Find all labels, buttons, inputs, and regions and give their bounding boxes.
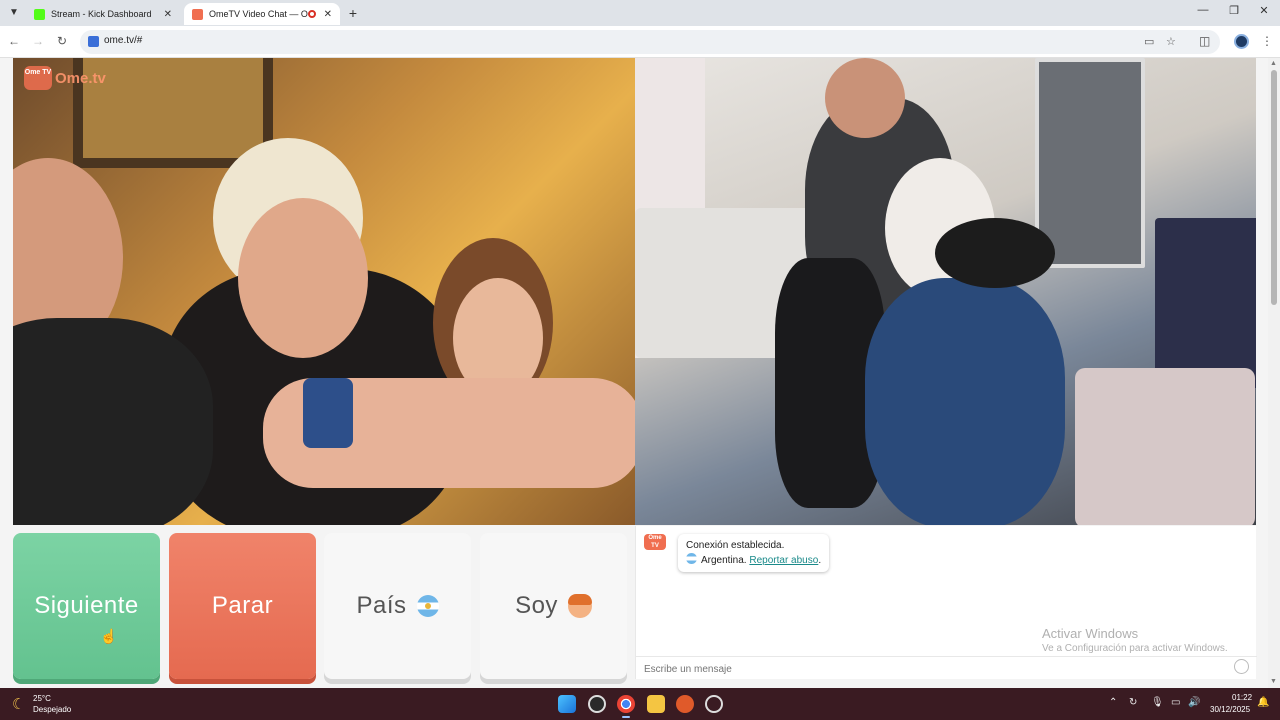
stop-button[interactable]: Parar [169, 533, 316, 679]
star-icon[interactable]: ☆ [1166, 35, 1176, 48]
emoji-icon[interactable] [1234, 659, 1249, 674]
new-tab-button[interactable]: + [344, 5, 362, 23]
message-input[interactable] [644, 661, 1224, 677]
system-message: Conexión establecida. Argentina. Reporta… [678, 534, 830, 572]
forward-arrow-icon[interactable]: → [30, 34, 46, 48]
watermark-subtitle: Ve a Configuración para activar Windows. [1042, 643, 1228, 654]
country-filter-button[interactable]: País [324, 533, 471, 679]
recording-indicator-icon [307, 10, 316, 18]
close-tab-icon[interactable]: ✕ [324, 9, 332, 20]
ometv-logo: Ome TV Ome.tv [24, 66, 106, 90]
kick-favicon-icon [34, 8, 45, 20]
scroll-up-icon[interactable]: ▲ [1270, 60, 1277, 67]
next-button[interactable]: Siguiente [13, 533, 160, 679]
network-icon[interactable]: ▭ [1171, 697, 1180, 708]
weather-desc[interactable]: Despejado [33, 705, 71, 714]
scroll-thumb[interactable] [1271, 70, 1277, 305]
logo-text: Ome.tv [55, 69, 106, 87]
start-menu-icon[interactable] [558, 695, 576, 713]
weather-temp[interactable]: 25°C [33, 694, 51, 703]
scroll-down-icon[interactable]: ▼ [1270, 678, 1277, 685]
partner-country: Argentina. [701, 555, 747, 566]
sync-icon[interactable]: ↻ [1129, 697, 1137, 708]
tray-chevron-icon[interactable]: ⌃ [1109, 697, 1117, 708]
brave-app-icon[interactable] [676, 695, 694, 713]
kebab-menu-icon[interactable]: ⋮ [1261, 34, 1273, 48]
address-bar[interactable]: ome.tv/# ▭ ☆ [80, 30, 1220, 54]
argentina-flag-icon [416, 595, 439, 617]
hand-cursor-icon: ☝ [100, 628, 118, 644]
music-app-icon[interactable] [588, 695, 606, 713]
tab-search-chevron-icon[interactable]: ▼ [6, 5, 22, 21]
cast-icon[interactable]: ▭ [1144, 35, 1154, 48]
chrome-icon[interactable] [617, 695, 635, 718]
gender-select-button[interactable]: Soy [480, 533, 627, 679]
argentina-flag-icon [686, 553, 697, 564]
close-tab-icon[interactable]: ✕ [164, 9, 172, 20]
message-bar [636, 656, 1257, 679]
gender-label: Soy [515, 592, 558, 619]
notifications-icon[interactable]: 🔔 [1257, 697, 1269, 708]
profile-avatar[interactable] [1234, 34, 1249, 49]
browser-toolbar: ← → ↻ ome.tv/# ▭ ☆ ◫ ⋮ [0, 26, 1280, 58]
ometv-favicon-icon [192, 8, 203, 20]
url-text[interactable]: ome.tv/# [104, 35, 142, 46]
clock-date[interactable]: 30/12/2025 [1210, 705, 1250, 714]
clock-time[interactable]: 01:22 [1232, 693, 1252, 702]
tab-title: OmeTV Video Chat — Ome [209, 9, 308, 19]
site-info-icon[interactable] [88, 36, 99, 47]
watermark-title: Activar Windows [1042, 626, 1139, 641]
boy-face-icon [567, 594, 592, 618]
tab-strip: ▼ Stream - Kick Dashboard ✕ OmeTV Video … [0, 0, 1280, 26]
back-arrow-icon[interactable]: ← [6, 34, 22, 48]
microphone-icon[interactable]: 🎙 [1151, 697, 1164, 708]
close-window-icon[interactable]: ✕ [1254, 4, 1274, 17]
activate-windows-watermark: Activar Windows Ve a Configuración para … [1042, 626, 1228, 654]
country-label: País [356, 592, 407, 619]
reload-icon[interactable]: ↻ [54, 34, 70, 48]
report-abuse-link[interactable]: Reportar abuso [749, 555, 818, 566]
file-explorer-icon[interactable] [647, 695, 665, 713]
page-scrollbar[interactable]: ▲ ▼ [1268, 58, 1280, 688]
tab-ometv[interactable]: OmeTV Video Chat — Ome ✕ [184, 3, 340, 25]
chat-panel: Ome TV Conexión establecida. Argentina. … [635, 526, 1257, 679]
restore-icon[interactable]: ❐ [1224, 4, 1244, 17]
windows-taskbar: ☾ 25°C Despejado ⌃ ↻ 🎙 ▭ 🔊 01:22 30/12/2… [0, 688, 1280, 720]
remote-video [13, 58, 635, 525]
report-period: . [818, 555, 822, 566]
tab-kick-dashboard[interactable]: Stream - Kick Dashboard ✕ [26, 3, 180, 25]
logo-badge: Ome TV [24, 66, 52, 90]
minimize-icon[interactable]: — [1193, 4, 1213, 16]
ometv-page: Ome TV Ome.tv Siguiente Parar País Soy ☝… [0, 58, 1268, 688]
obs-icon[interactable] [705, 695, 723, 713]
ometv-chat-avatar: Ome TV [644, 534, 666, 550]
tab-title: Stream - Kick Dashboard [51, 9, 152, 19]
local-video [635, 58, 1256, 525]
stop-label: Parar [211, 592, 274, 619]
connection-text: Conexión establecida. [686, 540, 785, 551]
next-label: Siguiente [34, 592, 139, 619]
volume-icon[interactable]: 🔊 [1188, 697, 1200, 708]
puzzle-icon[interactable]: ◫ [1199, 34, 1210, 48]
moon-weather-icon[interactable]: ☾ [12, 695, 25, 713]
